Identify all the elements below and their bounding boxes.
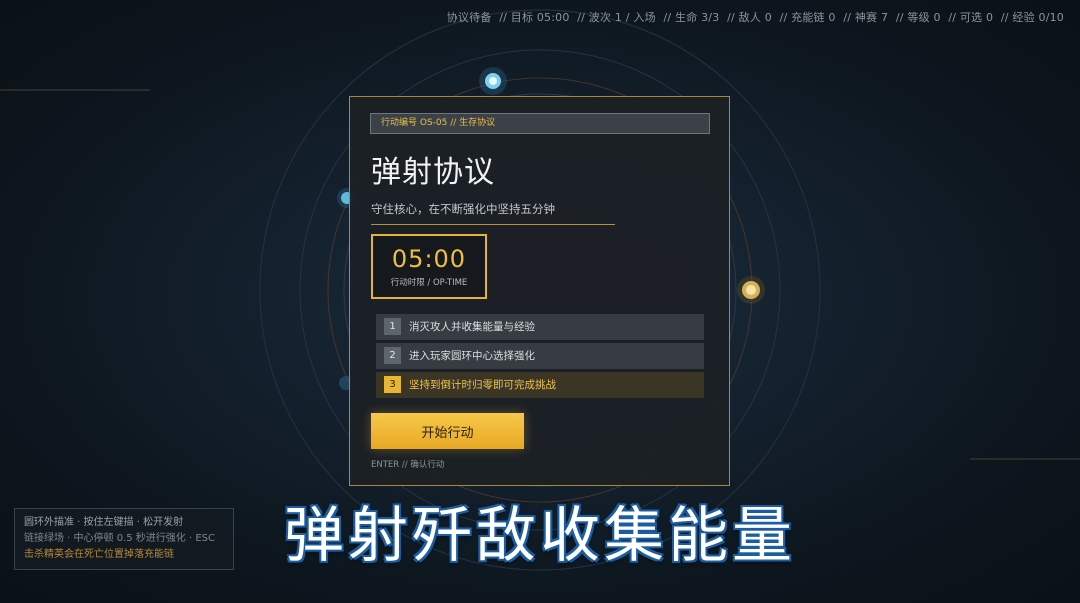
step-label: 消灭攻人并收集能量与经验 xyxy=(409,321,535,333)
timer-box: 05:00 行动时限 / OP-TIME xyxy=(371,234,487,299)
timer-value: 05:00 xyxy=(391,245,467,273)
objective-step-1: 1 消灭攻人并收集能量与经验 xyxy=(376,314,704,340)
step-label: 坚持到倒计时归零即可完成挑战 xyxy=(409,379,556,391)
operation-code-label: 行动编号 OS-05 // 生存协议 xyxy=(370,113,710,134)
mission-title: 弹射协议 xyxy=(371,155,495,190)
video-caption: 弹射歼敌收集能量 xyxy=(284,501,796,571)
subtitle-divider xyxy=(371,224,615,225)
hud-wave: // 波次 1 / 入场 xyxy=(577,11,656,24)
mission-subtitle: 守住核心，在不断强化中坚持五分钟 xyxy=(371,202,555,216)
objective-step-3: 3 坚持到倒计时归零即可完成挑战 xyxy=(376,372,704,398)
hud-lives: // 生命 3/3 xyxy=(663,11,720,24)
hud-options: // 可选 0 xyxy=(948,11,994,24)
hud-target: // 目标 05:00 xyxy=(499,11,570,24)
top-status-bar: 协议待备 // 目标 05:00 // 波次 1 / 入场 // 生命 3/3 … xyxy=(443,9,1064,25)
timer-label: 行动时限 / OP-TIME xyxy=(390,278,468,288)
start-mission-button[interactable]: 开始行动 xyxy=(371,413,524,449)
hud-fury: // 神赛 7 xyxy=(843,11,889,24)
mission-briefing-panel: 行动编号 OS-05 // 生存协议 弹射协议 守住核心，在不断强化中坚持五分钟… xyxy=(349,96,730,486)
orbit-node-right xyxy=(737,276,765,304)
enter-key-hint: ENTER // 确认行动 xyxy=(371,460,445,470)
hud-charge: // 充能链 0 xyxy=(779,11,836,24)
hud-level: // 等级 0 xyxy=(895,11,941,24)
game-screen: 协议待备 // 目标 05:00 // 波次 1 / 入场 // 生命 3/3 … xyxy=(0,0,1080,603)
hud-enemies: // 敌人 0 xyxy=(727,11,772,24)
step-number: 1 xyxy=(384,318,401,335)
step-number: 2 xyxy=(384,347,401,364)
orbit-node-top xyxy=(479,67,507,95)
hud-exp: // 经验 0/10 xyxy=(1000,11,1064,24)
step-number: 3 xyxy=(384,376,401,393)
hud-status: 协议待备 xyxy=(446,11,492,24)
objective-step-2: 2 进入玩家圆环中心选择强化 xyxy=(376,343,704,369)
step-label: 进入玩家圆环中心选择强化 xyxy=(409,350,535,362)
